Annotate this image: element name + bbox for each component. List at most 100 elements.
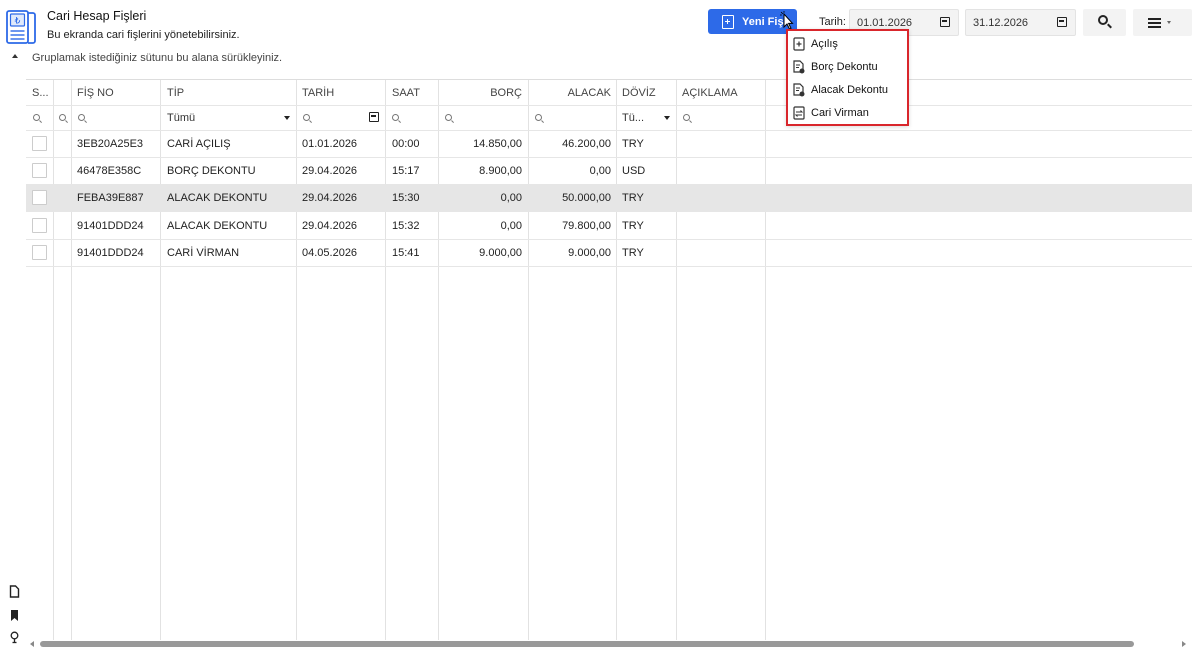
search-icon	[78, 114, 85, 121]
cell-tip: CARİ AÇILIŞ	[167, 138, 231, 150]
cell-alacak: 0,00	[589, 165, 611, 177]
cell-borc: 0,00	[500, 192, 522, 204]
search-icon	[445, 114, 452, 121]
menu-item-acilis[interactable]: Açılış	[793, 35, 905, 53]
document-gear-icon	[793, 83, 805, 97]
row-checkbox[interactable]	[32, 163, 47, 178]
cell-alacak: 50.000,00	[562, 192, 611, 204]
scroll-right-icon[interactable]	[1182, 641, 1186, 647]
row-checkbox[interactable]	[32, 245, 47, 260]
column-header-doviz[interactable]: DÖVİZ	[622, 80, 656, 105]
page-subtitle: Bu ekranda cari fişlerini yönetebilirsin…	[47, 29, 240, 41]
calendar-icon[interactable]	[1057, 17, 1067, 27]
app-ledger-icon: ₺	[6, 10, 36, 44]
filter-aciklama[interactable]	[683, 106, 690, 130]
filter-fis-no[interactable]	[78, 106, 85, 130]
filter-saat[interactable]	[392, 106, 399, 130]
cell-alacak: 9.000,00	[568, 247, 611, 259]
filter-row: Tümü Tü...	[26, 105, 1192, 131]
search-icon	[1098, 15, 1108, 25]
column-header-alacak[interactable]: ALACAK	[528, 80, 611, 105]
cell-alacak: 79.800,00	[562, 220, 611, 232]
lightbulb-icon[interactable]	[9, 631, 20, 644]
column-header-borc[interactable]: BORÇ	[438, 80, 522, 105]
column-header-tarih[interactable]: TARİH	[302, 80, 334, 105]
column-header-saat[interactable]: SAAT	[392, 80, 420, 105]
table-row[interactable]: FEBA39E887 ALACAK DEKONTU 29.04.2026 15:…	[26, 185, 1192, 212]
chevron-down-icon	[284, 116, 290, 120]
column-header-fis-no[interactable]: FİŞ NO	[77, 80, 114, 105]
menu-item-label: Cari Virman	[811, 107, 869, 119]
chevron-down-icon	[664, 116, 670, 120]
cell-fis-no: 46478E358C	[77, 165, 142, 177]
cell-doviz: TRY	[622, 138, 644, 150]
horizontal-scrollbar[interactable]	[26, 639, 1192, 650]
cell-fis-no: 91401DDD24	[77, 220, 144, 232]
scroll-left-icon[interactable]	[30, 641, 34, 647]
document-icon[interactable]	[9, 585, 20, 598]
date-end-value: 31.12.2026	[973, 17, 1029, 29]
new-voucher-menu: Açılış Borç Dekontu Alacak Dekontu Cari …	[786, 29, 909, 126]
filter-tarih[interactable]	[303, 106, 383, 130]
search-icon	[683, 114, 690, 121]
bookmark-icon[interactable]	[9, 609, 20, 622]
table-row[interactable]: 91401DDD24 ALACAK DEKONTU 29.04.2026 15:…	[26, 213, 1192, 240]
cell-tarih: 01.01.2026	[302, 138, 358, 150]
table-row[interactable]: 91401DDD24 CARİ VİRMAN 04.05.2026 15:41 …	[26, 240, 1192, 267]
search-icon	[33, 114, 40, 121]
transfer-document-icon	[793, 106, 805, 120]
scrollbar-thumb[interactable]	[40, 641, 1134, 647]
date-start-value: 01.01.2026	[857, 17, 913, 29]
filter-alacak[interactable]	[535, 106, 542, 130]
cell-alacak: 46.200,00	[562, 138, 611, 150]
column-header-tip[interactable]: TİP	[167, 80, 184, 105]
cell-borc: 8.900,00	[479, 165, 522, 177]
date-end-input[interactable]: 31.12.2026	[965, 9, 1076, 36]
filter-borc[interactable]	[445, 106, 452, 130]
svg-text:₺: ₺	[15, 17, 21, 27]
search-button[interactable]	[1083, 9, 1126, 36]
view-options-button[interactable]	[1133, 9, 1192, 36]
column-header-aciklama[interactable]: AÇIKLAMA	[682, 80, 738, 105]
group-by-hint: Gruplamak istediğiniz sütunu bu alana sü…	[32, 52, 283, 64]
mouse-cursor-icon	[780, 11, 794, 30]
search-icon	[392, 114, 399, 121]
cell-doviz: TRY	[622, 247, 644, 259]
collapse-toggle-icon[interactable]	[12, 54, 18, 58]
table-row[interactable]: 3EB20A25E3 CARİ AÇILIŞ 01.01.2026 00:00 …	[26, 131, 1192, 158]
cell-fis-no: 3EB20A25E3	[77, 138, 144, 150]
filter-doviz-dropdown[interactable]: Tü...	[622, 106, 674, 130]
search-icon	[303, 114, 310, 121]
calendar-icon[interactable]	[369, 112, 379, 122]
cell-saat: 15:30	[392, 192, 420, 204]
list-icon	[1148, 18, 1161, 29]
filter-doviz-value: Tü...	[622, 112, 645, 124]
row-checkbox[interactable]	[32, 218, 47, 233]
cell-saat: 15:17	[392, 165, 420, 177]
row-checkbox[interactable]	[32, 136, 47, 151]
menu-item-cari-virman[interactable]: Cari Virman	[793, 104, 905, 122]
search-icon	[535, 114, 542, 121]
menu-item-alacak-dekontu[interactable]: Alacak Dekontu	[793, 81, 905, 99]
cell-tip: BORÇ DEKONTU	[167, 165, 256, 177]
cell-tip: CARİ VİRMAN	[167, 247, 240, 259]
filter-tip-dropdown[interactable]: Tümü	[167, 106, 292, 130]
calendar-icon[interactable]	[940, 17, 950, 27]
filter-blank[interactable]	[59, 106, 66, 130]
filter-select[interactable]	[33, 106, 40, 130]
table-row[interactable]: 46478E358C BORÇ DEKONTU 29.04.2026 15:17…	[26, 158, 1192, 185]
cell-fis-no: FEBA39E887	[77, 192, 144, 204]
menu-item-borc-dekontu[interactable]: Borç Dekontu	[793, 58, 905, 76]
cell-tip: ALACAK DEKONTU	[167, 192, 268, 204]
row-checkbox[interactable]	[32, 190, 47, 205]
cell-tip: ALACAK DEKONTU	[167, 220, 268, 232]
cell-doviz: TRY	[622, 192, 644, 204]
filter-tip-value: Tümü	[167, 112, 196, 124]
page-title: Cari Hesap Fişleri	[47, 9, 147, 23]
cell-tarih: 29.04.2026	[302, 220, 358, 232]
column-header-select[interactable]: S...	[32, 80, 49, 105]
cell-saat: 00:00	[392, 138, 420, 150]
cell-tarih: 29.04.2026	[302, 165, 358, 177]
cell-fis-no: 91401DDD24	[77, 247, 144, 259]
menu-item-label: Alacak Dekontu	[811, 84, 889, 96]
